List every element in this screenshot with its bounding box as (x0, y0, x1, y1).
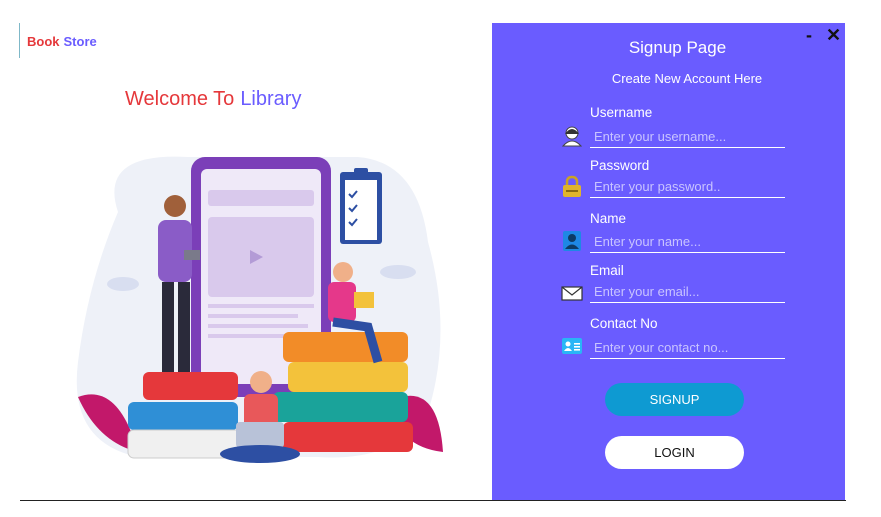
brand-book: Book (27, 34, 60, 49)
window-edge (19, 23, 20, 58)
name-label: Name (590, 211, 627, 226)
brand-store: Store (63, 34, 97, 49)
signup-title: Signup Page (628, 38, 727, 57)
contact-card-icon (562, 338, 582, 354)
envelope-icon (561, 286, 583, 301)
signup-button[interactable]: SIGNUP (605, 383, 744, 416)
welcome-heading: Welcome To Library (125, 88, 301, 111)
password-label: Password (590, 158, 650, 173)
email-input[interactable] (590, 281, 785, 303)
contact-label: Contact No (590, 316, 658, 331)
signup-subtitle: Create New Account Here (611, 71, 763, 86)
brand-logo: Book Store (27, 34, 97, 49)
contact-input[interactable] (590, 337, 785, 359)
signup-panel (492, 23, 845, 500)
welcome-library: Library (240, 88, 302, 110)
email-label: Email (590, 263, 624, 278)
person-card-icon (563, 231, 581, 251)
user-icon (561, 126, 583, 147)
library-illustration (76, 156, 443, 463)
name-input[interactable] (590, 231, 785, 253)
login-button[interactable]: LOGIN (605, 436, 744, 469)
password-input[interactable] (590, 176, 785, 198)
welcome-to: Welcome To (125, 88, 235, 110)
lock-icon (563, 175, 581, 197)
username-input[interactable] (590, 126, 785, 148)
username-label: Username (590, 105, 653, 120)
